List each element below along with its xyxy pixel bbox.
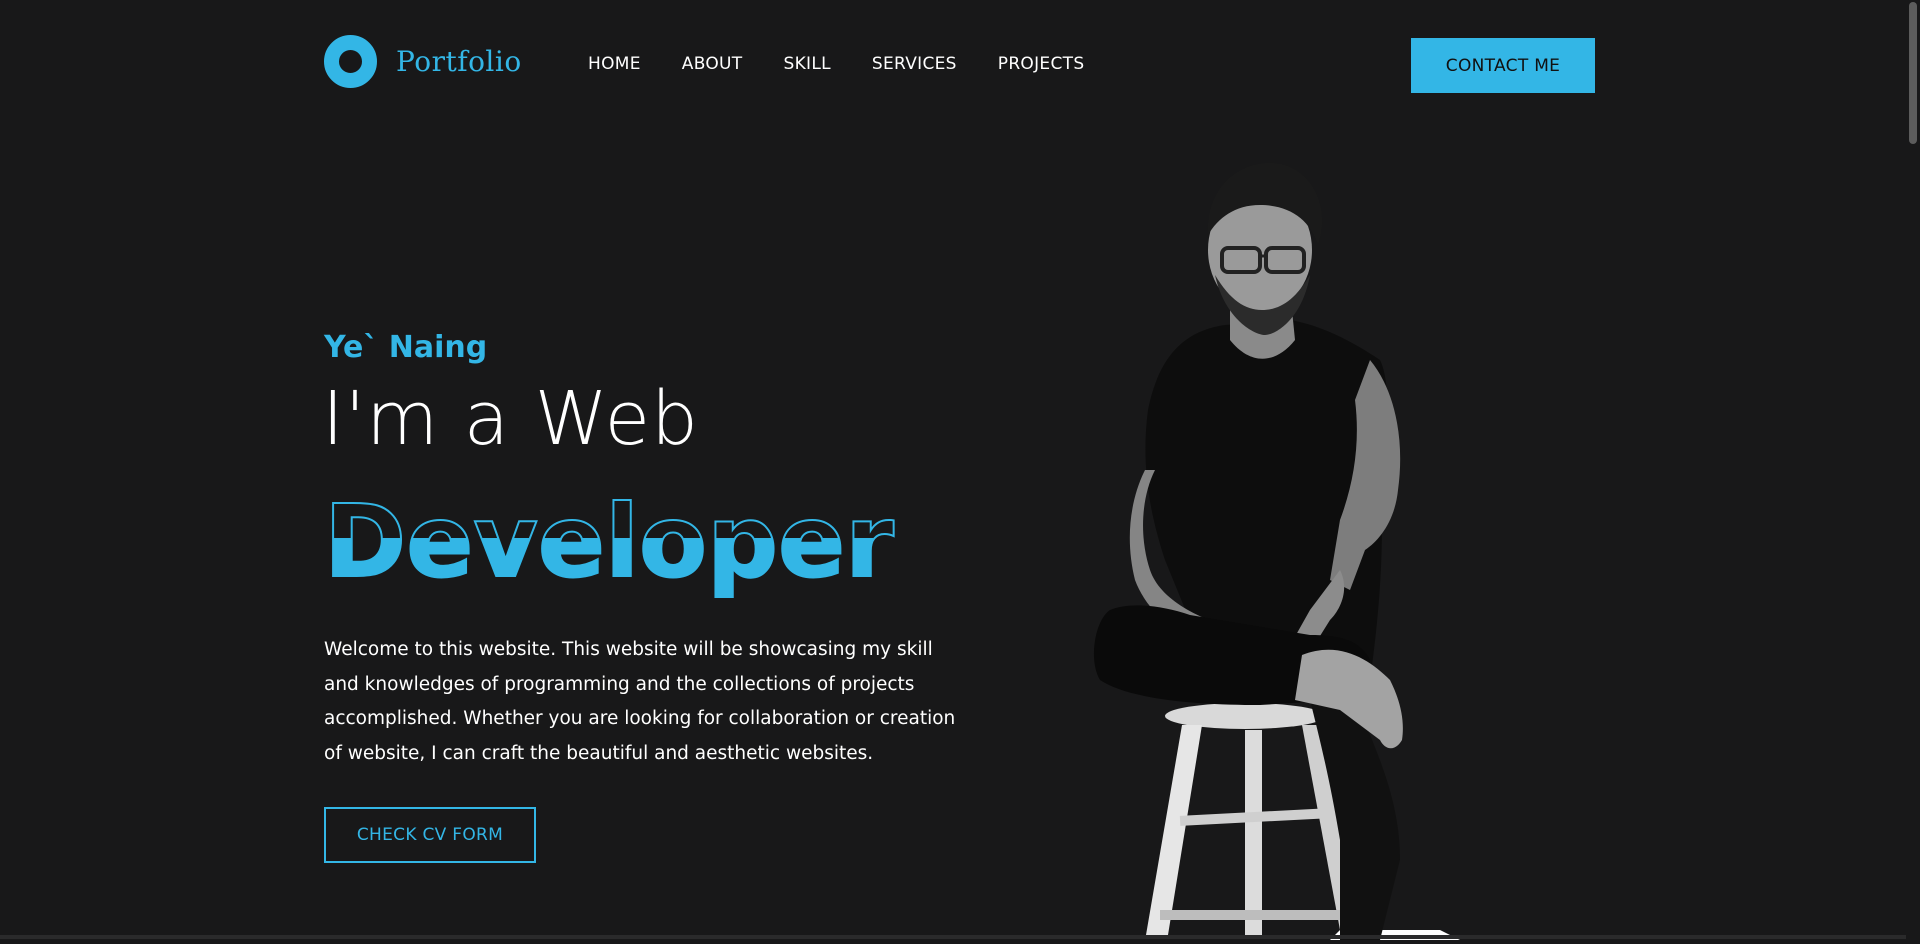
ring-logo-icon xyxy=(324,35,377,88)
contact-me-button[interactable]: CONTACT ME xyxy=(1411,38,1595,93)
nav-about-link[interactable]: ABOUT xyxy=(682,54,743,74)
nav-services-link[interactable]: SERVICES xyxy=(872,54,957,74)
page-bottom-divider xyxy=(0,935,1906,939)
hero-intro-text: Welcome to this website. This website wi… xyxy=(324,639,956,764)
hero-role-title: Developer Developer xyxy=(322,480,942,610)
hero-headline: I'm a Web xyxy=(322,376,699,462)
nav-projects-link[interactable]: PROJECTS xyxy=(998,54,1085,74)
check-cv-button[interactable]: CHECK CV FORM xyxy=(324,807,536,863)
role-title-graphic: Developer Developer xyxy=(323,482,896,601)
nav-home-link[interactable]: HOME xyxy=(588,54,641,74)
hero-name: Ye` Naing xyxy=(324,330,488,365)
stool-graphic xyxy=(1146,703,1460,940)
scrollbar-thumb[interactable] xyxy=(1909,2,1917,144)
portrait-illustration xyxy=(1040,140,1520,940)
brand-name: Portfolio xyxy=(396,45,522,78)
brand-logo[interactable]: Portfolio xyxy=(324,35,522,88)
top-navigation: Portfolio HOME ABOUT SKILL SERVICES PROJ… xyxy=(0,0,1920,130)
main-menu: HOME ABOUT SKILL SERVICES PROJECTS xyxy=(588,54,1084,74)
nav-skill-link[interactable]: SKILL xyxy=(783,54,830,74)
page-scrollbar[interactable] xyxy=(1906,0,1920,939)
